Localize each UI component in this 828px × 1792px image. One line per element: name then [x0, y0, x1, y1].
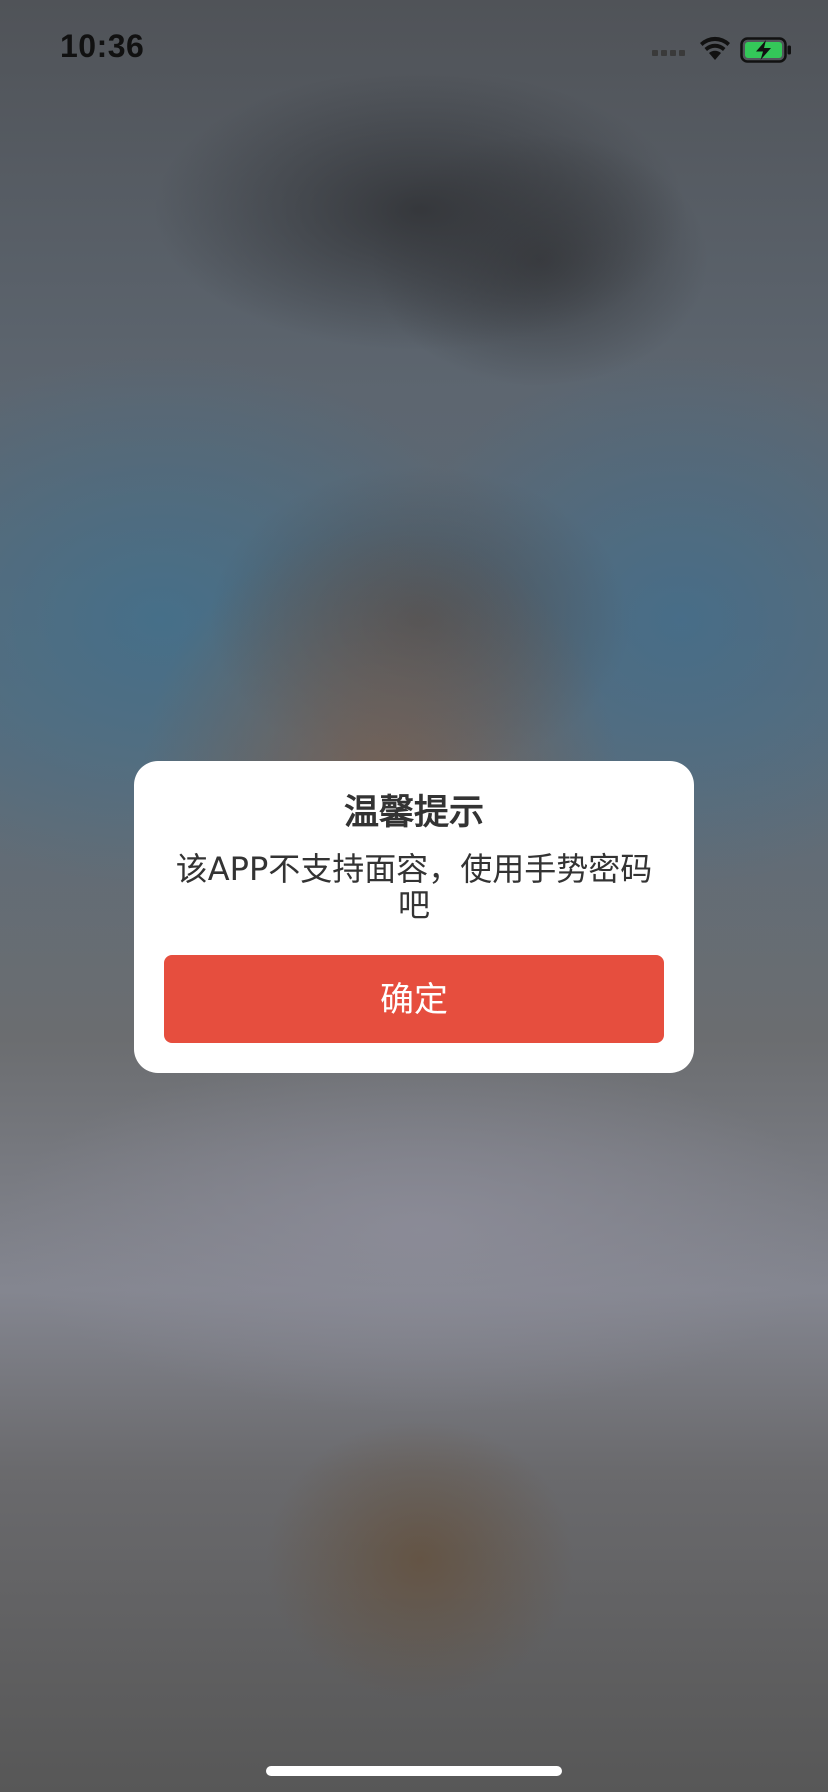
confirm-button[interactable]: 确定 — [164, 955, 664, 1043]
status-time: 10:36 — [60, 28, 145, 64]
status-bar: 10:36 — [0, 0, 828, 100]
cellular-signal-icon — [652, 50, 685, 56]
alert-dialog: 温馨提示 该APP不支持面容，使用手势密码吧 确定 — [134, 761, 694, 1073]
home-indicator[interactable] — [266, 1766, 562, 1776]
dialog-message: 该APP不支持面容，使用手势密码吧 — [175, 850, 653, 924]
battery-charging-icon — [740, 37, 791, 63]
dialog-title: 温馨提示 — [343, 793, 484, 833]
screen: 10:36 温馨提示 该APP不支持面容，使用手势密码吧 确定 — [0, 0, 828, 1792]
wifi-icon — [700, 36, 730, 60]
